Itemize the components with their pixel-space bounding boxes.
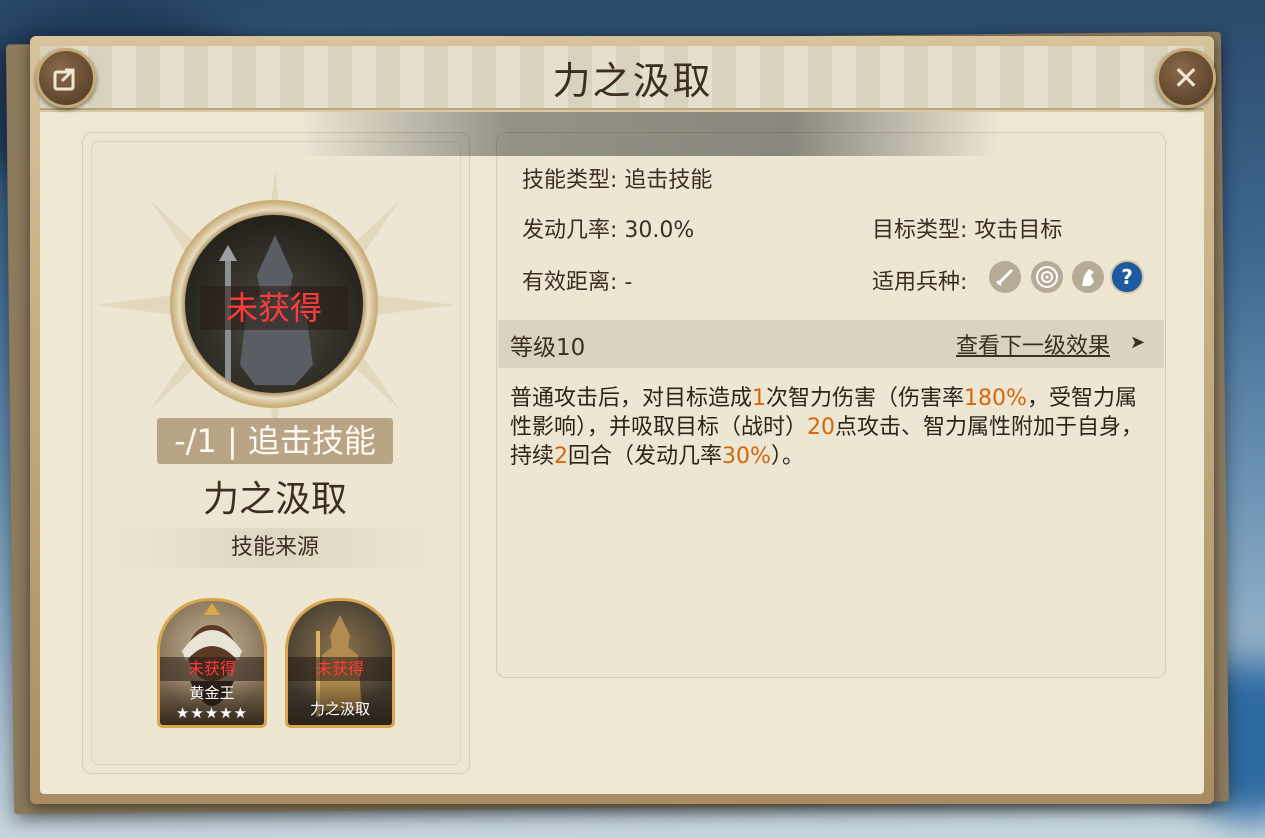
- desc-value: 180%: [964, 386, 1027, 411]
- hero-name: 黄金王: [189, 684, 235, 702]
- skill-name: 力之汲取: [202, 479, 347, 520]
- desc-value: 1: [752, 386, 767, 411]
- header-fade-band: [300, 112, 1000, 156]
- trigger-rate: 发动几率: 30.0%: [522, 218, 695, 243]
- next-level-effect-link[interactable]: 查看下一级效果: [956, 328, 1110, 360]
- target-type: 目标类型: 攻击目标: [872, 218, 1063, 243]
- share-button[interactable]: [36, 48, 96, 108]
- effective-range: 有效距离: -: [522, 270, 633, 295]
- share-icon: [53, 68, 75, 91]
- skill-type: 技能类型: 追击技能: [522, 168, 713, 193]
- close-icon: ✕: [1172, 59, 1200, 97]
- hero-status: 未获得: [160, 657, 264, 681]
- hero-name: 力之汲取: [309, 700, 370, 718]
- desc-value: 2: [554, 444, 569, 469]
- question-icon[interactable]: ?: [1110, 260, 1144, 294]
- hero-stars: ★★★★★: [175, 704, 249, 722]
- sword-icon: [989, 261, 1021, 293]
- arrow-right-icon[interactable]: ➤: [1130, 332, 1145, 353]
- page-title: 力之汲取: [552, 59, 713, 103]
- not-acquired-label: 未获得: [200, 286, 348, 330]
- level-label: 等级10: [510, 335, 586, 361]
- desc-value: 30%: [722, 444, 771, 469]
- troop-types-label: 适用兵种:: [872, 270, 968, 295]
- desc-text: 次智力伤害（伤害率: [766, 386, 965, 411]
- close-button[interactable]: ✕: [1156, 48, 1216, 108]
- skill-badge: -/1 | 追击技能: [157, 418, 393, 464]
- desc-text: 回合（发动几率: [568, 444, 723, 469]
- horse-icon: [1072, 261, 1104, 293]
- desc-value: 20: [807, 415, 836, 440]
- skill-source-label: 技能来源: [96, 528, 454, 568]
- skill-description: 普通攻击后，对目标造成1次智力伤害（伤害率180%，受智力属性影响），并吸取目标…: [510, 384, 1150, 471]
- hero-status: 未获得: [288, 657, 392, 681]
- hero-card-golden-king[interactable]: 未获得 黄金王 ★★★★★: [157, 598, 267, 728]
- hero-card-skill[interactable]: 未获得 力之汲取: [285, 598, 395, 728]
- svg-text:?: ?: [1121, 265, 1133, 289]
- desc-text: 普通攻击后，对目标造成: [510, 386, 753, 411]
- target-icon: [1031, 261, 1063, 293]
- desc-text: ）。: [770, 444, 804, 469]
